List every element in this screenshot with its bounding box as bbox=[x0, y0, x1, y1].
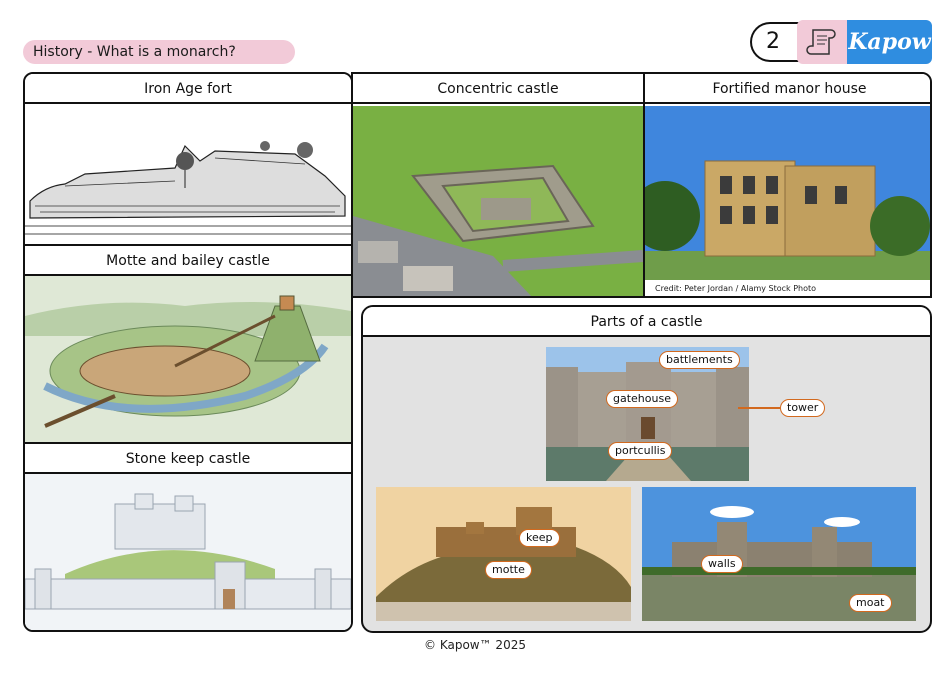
label-keep: keep bbox=[519, 529, 560, 547]
label-battlements: battlements bbox=[659, 351, 740, 369]
caption-parts-of-castle: Parts of a castle bbox=[363, 307, 930, 337]
label-walls: walls bbox=[701, 555, 743, 573]
bamburgh-castle-image bbox=[376, 487, 631, 621]
caption-motte-and-bailey: Motte and bailey castle bbox=[25, 244, 351, 276]
footer-copyright: © Kapow™ 2025 bbox=[424, 638, 526, 652]
iron-age-fort-image bbox=[25, 106, 351, 244]
stone-keep-image bbox=[25, 474, 351, 630]
top-right-panel: Concentric castle Fortified manor house bbox=[351, 72, 932, 298]
label-gatehouse: gatehouse bbox=[606, 390, 678, 408]
label-moat: moat bbox=[849, 594, 892, 612]
page-number-badge: 2 bbox=[750, 22, 800, 62]
concentric-castle-image bbox=[353, 106, 643, 296]
kapow-logo: Kapow bbox=[847, 20, 932, 64]
caption-fortified-manor: Fortified manor house bbox=[643, 74, 930, 104]
scroll-icon bbox=[797, 20, 849, 64]
caption-iron-age-fort: Iron Age fort bbox=[25, 74, 351, 104]
motte-and-bailey-image bbox=[25, 276, 351, 442]
label-portcullis: portcullis bbox=[608, 442, 673, 460]
parts-of-a-castle-panel: Parts of a castle battlements gatehouse … bbox=[361, 305, 932, 633]
label-tower: tower bbox=[780, 399, 826, 417]
photo-credit: Credit: Peter Jordan / Alamy Stock Photo bbox=[645, 280, 930, 296]
label-motte: motte bbox=[485, 561, 532, 579]
caption-concentric-castle: Concentric castle bbox=[353, 74, 643, 104]
left-panel: Iron Age fort Motte and bailey castle St… bbox=[23, 72, 353, 632]
caption-stone-keep: Stone keep castle bbox=[25, 442, 351, 474]
fortified-manor-image: Credit: Peter Jordan / Alamy Stock Photo bbox=[645, 106, 930, 296]
page-title: History - What is a monarch? bbox=[23, 40, 295, 64]
